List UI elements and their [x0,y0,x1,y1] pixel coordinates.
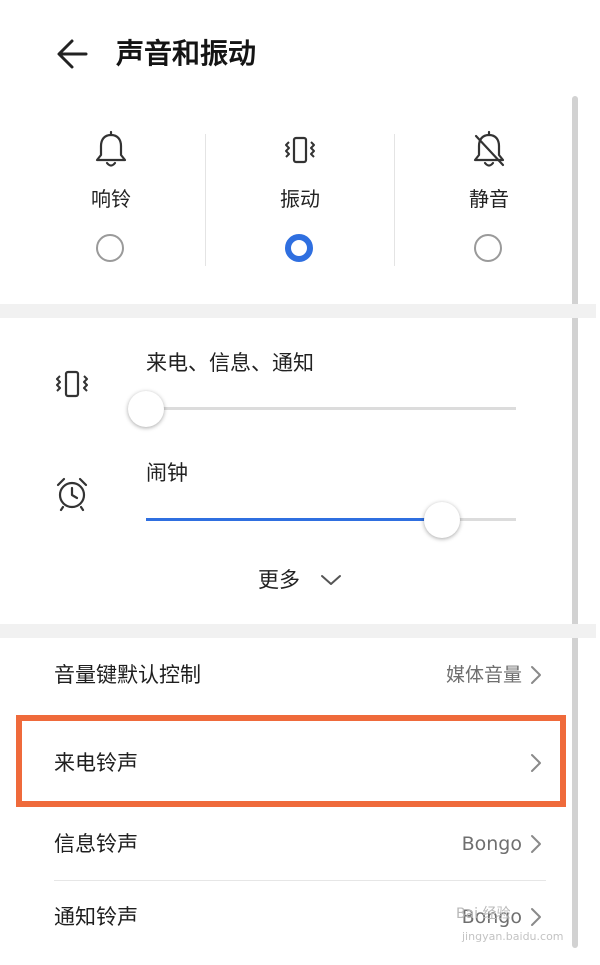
mode-vibrate[interactable]: 振动 [205,130,395,270]
section-separator [0,624,596,638]
mode-ring-radio[interactable] [96,234,124,262]
mode-silent-label: 静音 [469,187,509,211]
watermark: Bai 经验 [456,906,511,922]
bell-icon [94,130,128,170]
mode-silent-radio[interactable] [474,234,502,262]
alarm-volume-fill [146,518,442,521]
mode-ring-label: 响铃 [91,187,131,211]
notification-ringtone-label: 通知铃声 [54,905,138,929]
volume-key-control-row[interactable]: 音量键默认控制 媒体音量 [0,640,570,710]
alarm-clock-icon [54,476,90,516]
chevron-right-icon [530,834,542,854]
ringtone-volume-thumb[interactable] [128,391,164,427]
row-divider [54,880,546,881]
message-ringtone-label: 信息铃声 [54,832,138,856]
volume-key-control-label: 音量键默认控制 [54,663,201,687]
more-button[interactable]: 更多 [258,565,300,595]
chevron-right-icon [530,907,542,927]
mode-vibrate-radio[interactable] [285,234,313,262]
highlight-box [16,715,566,807]
vibrate-icon [54,368,90,404]
mode-vibrate-label: 振动 [280,187,320,211]
alarm-volume-label: 闹钟 [146,461,188,485]
ringtone-volume-track[interactable] [146,407,516,410]
back-arrow-icon[interactable] [52,34,92,74]
mode-silent[interactable]: 静音 [394,130,584,270]
ringtone-volume-label: 来电、信息、通知 [146,351,314,375]
message-ringtone-value: Bongo [461,833,522,855]
page-title: 声音和振动 [116,37,257,70]
alarm-volume-thumb[interactable] [424,502,460,538]
section-separator [0,304,596,318]
mode-ring[interactable]: 响铃 [16,130,206,270]
message-ringtone-row[interactable]: 信息铃声 Bongo [0,812,570,878]
volume-key-control-value: 媒体音量 [445,664,522,686]
bell-off-icon [472,130,506,170]
chevron-down-icon[interactable] [320,570,342,590]
watermark-url: jingyan.baidu.com [462,930,564,943]
chevron-right-icon [530,665,542,685]
vibrate-icon [283,130,317,170]
